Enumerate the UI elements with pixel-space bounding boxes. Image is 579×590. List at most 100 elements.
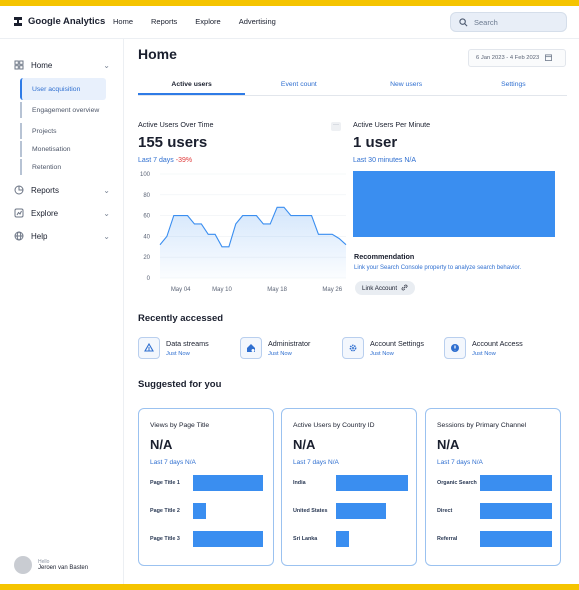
card-row: Direct (437, 503, 552, 519)
sidebar-item-label: Reports (31, 185, 60, 195)
tab-event-count[interactable]: Event count (245, 78, 352, 95)
row-label: Referral (437, 536, 458, 542)
card-period: Last 7 days N/A (437, 459, 483, 466)
card-title: Active Users by Country ID (293, 422, 375, 429)
recent-item-account-access[interactable]: Account Access Just Now (444, 337, 523, 359)
sidebar-subitem-projects[interactable]: Projects (20, 123, 106, 139)
sidebar-subitem-engagement-overview[interactable]: Engagement overview (20, 102, 106, 118)
y-tick-label: 100 (140, 172, 151, 178)
row-label: United States (293, 508, 328, 514)
sidebar-subitem-retention[interactable]: Retention (20, 159, 106, 175)
recommendation-text: Link your Search Console property to ana… (354, 265, 522, 271)
card-row: United States (293, 503, 408, 519)
topnav-explore[interactable]: Explore (195, 17, 220, 26)
card-row: Page Title 1 (150, 475, 265, 491)
per-minute-value: 1 user (353, 134, 398, 151)
brand[interactable]: Google Analytics (14, 16, 105, 27)
shield-icon (444, 337, 466, 359)
active-users-title: Active Users Over Time (138, 120, 214, 129)
card-row: Referral (437, 531, 552, 547)
grid-icon (14, 60, 24, 70)
per-minute-bar (353, 171, 555, 237)
recent-sub: Just Now (166, 351, 190, 357)
topnav-home[interactable]: Home (113, 17, 133, 26)
suggested-card-page-title[interactable]: Views by Page Title N/A Last 7 days N/A … (138, 408, 274, 566)
topnav-reports[interactable]: Reports (151, 17, 177, 26)
pie-chart-icon (14, 185, 24, 195)
calendar-icon (545, 53, 553, 63)
tab-new-users[interactable]: New users (353, 78, 460, 95)
row-bar (336, 475, 408, 491)
sidebar-item-reports[interactable]: Reports ⌄ (14, 185, 110, 195)
sidebar-item-label: Explore (31, 208, 59, 218)
y-tick-label: 40 (143, 234, 150, 240)
brand-name: Google Analytics (28, 16, 106, 27)
chevron-down-icon: ⌄ (103, 231, 110, 241)
user-profile[interactable]: Hello Jeroen van Basten (14, 556, 88, 574)
app-window: Google Analytics Home Reports Explore Ad… (0, 6, 579, 584)
avatar (14, 556, 32, 574)
period-label: Last 7 days (138, 157, 174, 164)
card-period: Last 7 days N/A (150, 459, 196, 466)
sidebar-item-label: Home (31, 60, 53, 70)
recent-title: Data streams (166, 339, 209, 348)
row-label: Sri Lanka (293, 536, 318, 542)
suggested-card-channel[interactable]: Sessions by Primary Channel N/A Last 7 d… (425, 408, 561, 566)
sidebar-subitem-user-acquisition[interactable]: User acquisition (20, 78, 106, 100)
top-nav: Home Reports Explore Advertising (113, 17, 276, 26)
card-title: Views by Page Title (150, 422, 210, 429)
per-minute-title: Active Users Per Minute (353, 120, 431, 129)
row-label: Organic Search (437, 480, 477, 486)
recent-title: Account Access (472, 339, 523, 348)
y-tick-label: 20 (143, 255, 150, 261)
recent-item-administrator[interactable]: Administrator Just Now (240, 337, 310, 359)
card-row: Page Title 3 (150, 531, 265, 547)
card-period: Last 7 days N/A (293, 459, 339, 466)
row-label: Page Title 1 (150, 480, 180, 486)
sidebar-item-explore[interactable]: Explore ⌄ (14, 208, 110, 218)
date-range-picker[interactable]: 6 Jan 2023 - 4 Feb 2023 (468, 49, 566, 67)
sidebar: Home ⌄ User acquisition Engagement overv… (0, 39, 124, 584)
gear-icon (342, 337, 364, 359)
y-tick-label: 80 (143, 193, 150, 199)
link-account-button[interactable]: Link Account (355, 281, 416, 295)
more-options-icon[interactable]: ··· (331, 122, 341, 131)
row-bar (480, 503, 552, 519)
active-users-period: Last 7 days -39% (138, 157, 192, 164)
card-value: N/A (437, 437, 460, 452)
search-placeholder: Search (474, 17, 498, 27)
sidebar-item-help[interactable]: Help ⌄ (14, 231, 110, 241)
explore-icon (14, 208, 24, 218)
page-title: Home (138, 46, 177, 62)
x-tick-label: May 18 (267, 287, 287, 293)
suggested-card-country[interactable]: Active Users by Country ID N/A Last 7 da… (281, 408, 417, 566)
tab-active-users[interactable]: Active users (138, 78, 246, 95)
topnav-advertising[interactable]: Advertising (239, 17, 276, 26)
search-input[interactable]: Search (450, 12, 567, 32)
sidebar-item-home[interactable]: Home ⌄ (14, 60, 110, 70)
stream-icon (138, 337, 160, 359)
change-badge: -39% (175, 157, 193, 164)
recent-item-account-settings[interactable]: Account Settings Just Now (342, 337, 424, 359)
suggested-heading: Suggested for you (138, 379, 222, 390)
link-account-label: Link Account (362, 284, 398, 292)
card-value: N/A (293, 437, 316, 452)
chevron-down-icon: ⌄ (103, 185, 110, 195)
globe-icon (14, 231, 24, 241)
tab-settings[interactable]: Settings (460, 78, 567, 95)
recent-item-data-streams[interactable]: Data streams Just Now (138, 337, 209, 359)
top-bar: Google Analytics Home Reports Explore Ad… (0, 6, 579, 39)
recent-sub: Just Now (472, 351, 496, 357)
active-users-chart: 0 20 40 60 80 100 May 04 May 10 May 18 May 26 (140, 172, 347, 293)
card-row: Sri Lanka (293, 531, 408, 547)
analytics-logo-icon (14, 17, 22, 26)
recent-sub: Just Now (268, 351, 292, 357)
sidebar-subitem-monetisation[interactable]: Monetisation (20, 141, 106, 157)
date-range-text: 6 Jan 2023 - 4 Feb 2023 (476, 55, 540, 61)
row-bar (193, 503, 206, 519)
card-row: India (293, 475, 408, 491)
row-bar (193, 475, 263, 491)
y-tick-label: 60 (143, 214, 150, 220)
per-minute-period: Last 30 minutes N/A (353, 157, 417, 164)
chevron-down-icon: ⌄ (103, 208, 110, 218)
